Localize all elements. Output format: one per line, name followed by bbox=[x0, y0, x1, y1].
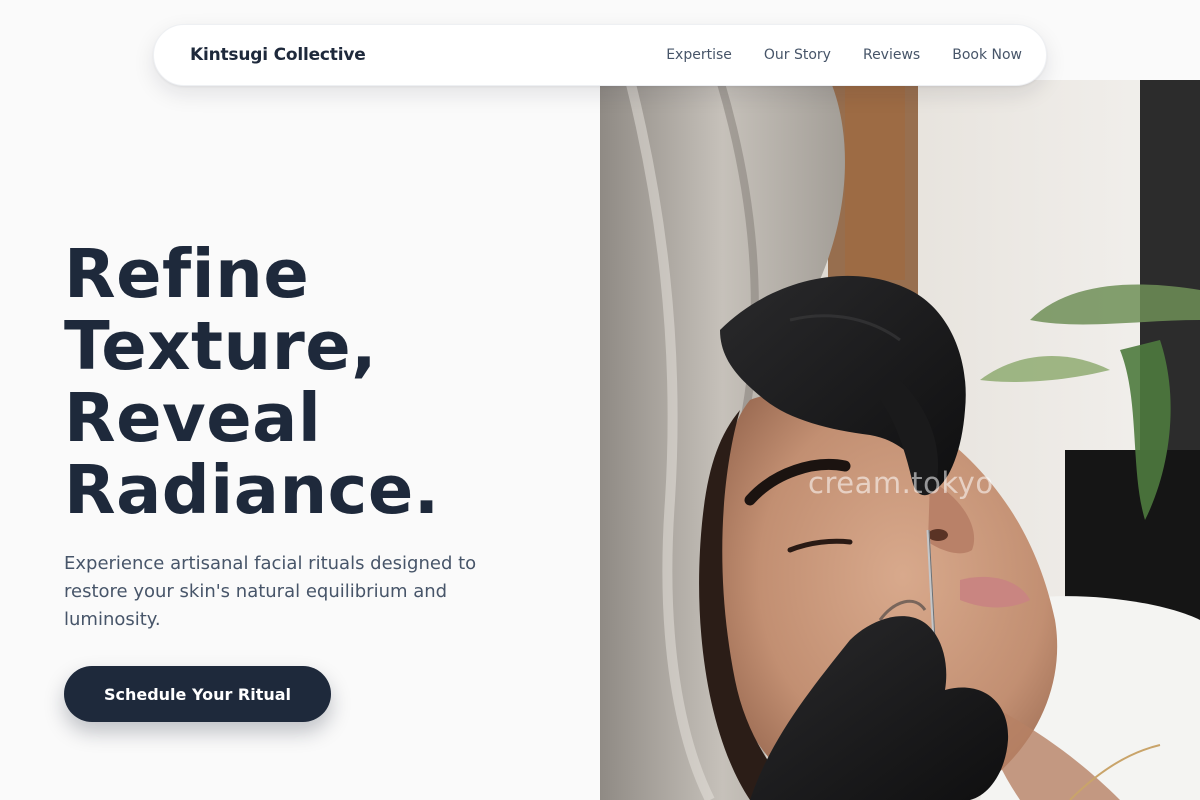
facial-treatment-illustration bbox=[600, 80, 1200, 800]
hero-title: Refine Texture, Reveal Radiance. bbox=[64, 238, 584, 526]
nav-link-our-story[interactable]: Our Story bbox=[764, 47, 831, 63]
hero-photo: cream.tokyo bbox=[600, 80, 1200, 800]
hero-title-line: Radiance. bbox=[64, 451, 440, 529]
hero-title-line: Texture, bbox=[64, 307, 378, 385]
nav-link-reviews[interactable]: Reviews bbox=[863, 47, 920, 63]
hero-title-line: Reveal bbox=[64, 379, 322, 457]
nav-links: Expertise Our Story Reviews Book Now bbox=[666, 47, 1022, 63]
top-navigation: Kintsugi Collective Expertise Our Story … bbox=[153, 24, 1047, 86]
nav-link-book-now[interactable]: Book Now bbox=[952, 47, 1022, 63]
brand-logo-text[interactable]: Kintsugi Collective bbox=[190, 45, 366, 65]
hero-title-line: Refine bbox=[64, 235, 310, 313]
hero-subtitle: Experience artisanal facial rituals desi… bbox=[64, 553, 477, 630]
schedule-ritual-button[interactable]: Schedule Your Ritual bbox=[64, 666, 331, 722]
nav-link-expertise[interactable]: Expertise bbox=[666, 47, 732, 63]
